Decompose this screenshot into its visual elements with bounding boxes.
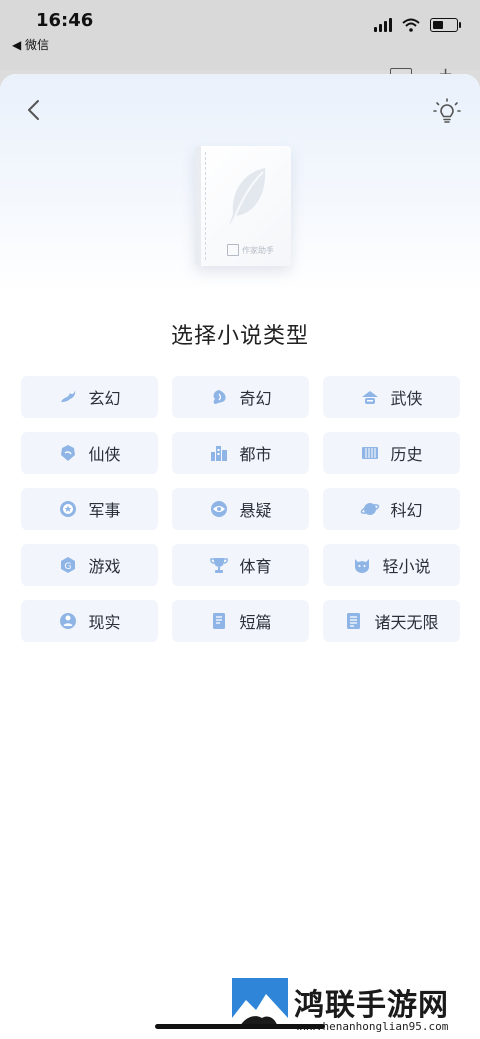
genre-grid: 玄幻 奇幻 武侠 仙侠 都市 历史 军事 悬疑 科幻 G 游戏 体育 轻小说 现… (21, 376, 460, 642)
genre-label: 现实 (88, 613, 121, 632)
genre-label: 体育 (239, 557, 272, 576)
status-bar: 16:46 ◀ 微信 + (0, 0, 480, 86)
lightbulb-icon[interactable] (432, 96, 462, 126)
status-icons (374, 18, 461, 32)
genre-button-lishi[interactable]: 历史 (323, 432, 460, 474)
genre-button-xuanhuan[interactable]: 玄幻 (21, 376, 158, 418)
genre-button-xianshi[interactable]: 现实 (21, 600, 158, 642)
genre-label: 玄幻 (88, 389, 121, 408)
gourd-icon (61, 445, 76, 461)
wifi-icon (402, 18, 420, 32)
game-icon: G (61, 557, 76, 573)
wyvern-icon (214, 390, 227, 404)
cat-icon (355, 559, 370, 573)
genre-button-dushi[interactable]: 都市 (172, 432, 309, 474)
book-cover-illustration: 作家助手 (195, 146, 291, 266)
genre-label: 都市 (239, 445, 272, 464)
watermark-title: 鸿联手游网 (294, 988, 449, 1023)
genre-label: 仙侠 (88, 445, 121, 464)
military-badge-icon (60, 501, 77, 517)
genre-label: 奇幻 (239, 389, 272, 408)
infinite-document-icon (347, 613, 361, 629)
short-document-icon (213, 613, 226, 629)
feather-quill-icon (229, 168, 266, 226)
genre-button-kehuan[interactable]: 科幻 (323, 488, 460, 530)
genre-button-zhutianwuxian[interactable]: 诸天无限 (323, 600, 460, 642)
genre-button-qihuan[interactable]: 奇幻 (172, 376, 309, 418)
genre-button-duanpian[interactable]: 短篇 (172, 600, 309, 642)
genre-button-xianxia[interactable]: 仙侠 (21, 432, 158, 474)
book-logo-text: 作家助手 (242, 245, 274, 255)
genre-label: 科幻 (390, 501, 423, 520)
battery-icon (430, 18, 461, 32)
person-icon (60, 613, 77, 629)
genre-label: 游戏 (88, 557, 121, 576)
genre-button-tiyu[interactable]: 体育 (172, 544, 309, 586)
genre-button-junshi[interactable]: 军事 (21, 488, 158, 530)
genre-label: 军事 (88, 501, 121, 520)
cellular-signal-icon (374, 18, 392, 32)
home-indicator[interactable] (155, 1024, 325, 1029)
genre-label: 诸天无限 (374, 613, 439, 632)
status-time: 16:46 (36, 10, 94, 31)
genre-label: 轻小说 (382, 557, 431, 576)
genre-label: 悬疑 (239, 501, 272, 520)
genre-button-qingxiaoshuo[interactable]: 轻小说 (323, 544, 460, 586)
back-to-app-link[interactable]: ◀ 微信 (12, 36, 49, 53)
genre-button-wuxia[interactable]: 武侠 (323, 376, 460, 418)
genre-label: 短篇 (239, 613, 272, 632)
genre-label: 历史 (390, 445, 423, 464)
back-chevron-icon[interactable] (20, 96, 48, 124)
scroll-icon (362, 447, 379, 459)
city-icon (211, 446, 228, 461)
genre-label: 武侠 (390, 389, 423, 408)
eye-icon (211, 501, 228, 517)
svg-text:G: G (65, 562, 72, 572)
genre-button-xuanyi[interactable]: 悬疑 (172, 488, 309, 530)
genre-button-youxi[interactable]: G 游戏 (21, 544, 158, 586)
bamboo-hat-icon (362, 391, 379, 404)
planet-icon (361, 503, 380, 515)
dragon-icon (61, 390, 76, 402)
trophy-icon (210, 558, 229, 573)
page-title: 选择小说类型 (170, 324, 309, 349)
book-logo: 作家助手 (227, 244, 274, 256)
